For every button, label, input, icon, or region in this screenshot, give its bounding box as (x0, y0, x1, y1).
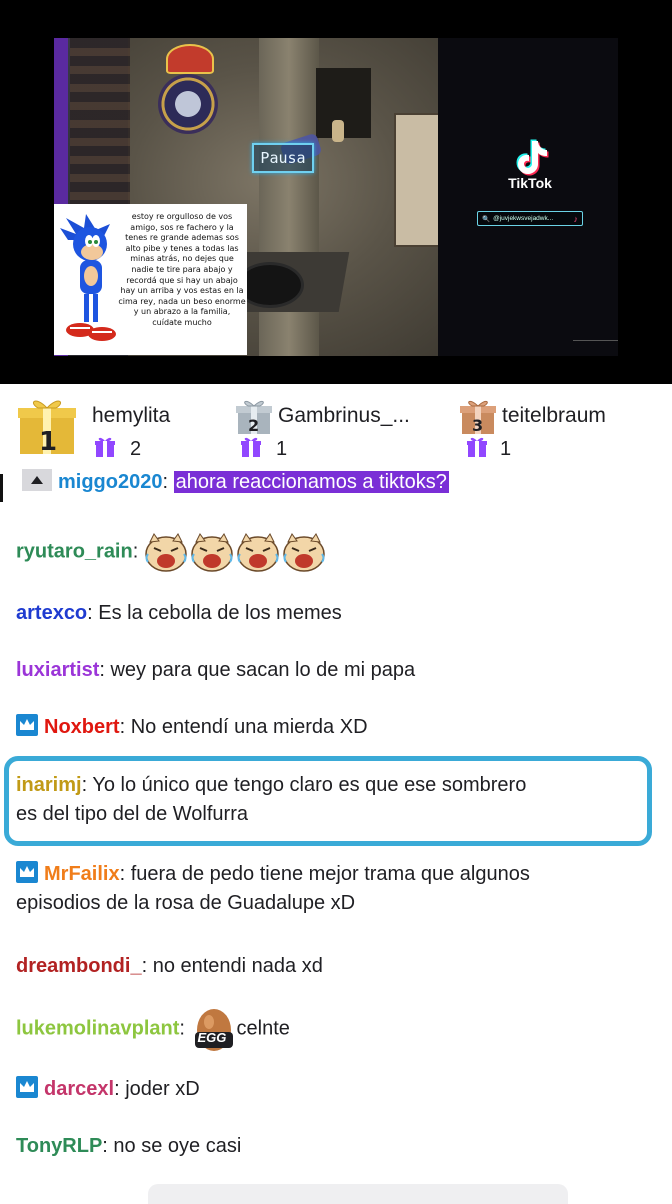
chat-text: episodios de la rosa de Guadalupe xD (16, 892, 356, 914)
laughing-cat-emote-icon (283, 533, 325, 572)
clock-hud (158, 74, 218, 134)
tiktok-icon (516, 139, 549, 176)
separator: : (102, 1135, 114, 1157)
chat-username[interactable]: lukemolinavplant (16, 1017, 179, 1039)
chat-input-bar[interactable] (148, 1184, 568, 1204)
crown-badge-icon[interactable] (16, 714, 38, 736)
chat-username[interactable]: MrFailix (44, 863, 120, 885)
gifter-name[interactable]: hemylita (92, 404, 170, 428)
chat-message: MrFailix: fuera de pedo tiene mejor tram… (16, 860, 530, 918)
chat-message: inarimj: Yo lo único que tengo claro es … (16, 771, 526, 829)
tiktok-label: TikTok (508, 175, 552, 191)
crown-badge-icon[interactable] (16, 1076, 38, 1098)
chat-message: artexco: Es la cebolla de los memes (16, 599, 342, 628)
laughing-cat-emote-icon (145, 533, 187, 572)
gift-rank-1-icon: 1 (18, 400, 76, 456)
egg-emote-icon: EGG (191, 1006, 237, 1052)
gift-count: 2 (130, 438, 142, 460)
svg-text:2: 2 (248, 416, 259, 435)
chat-username[interactable]: inarimj (16, 774, 82, 796)
chat-message: miggo2020: ahora reaccionamos a tiktoks? (22, 468, 449, 497)
chat-text: Yo lo único que tengo claro es que ese s… (92, 774, 527, 796)
gift-count: 1 (500, 438, 512, 460)
chat-text: wey para que sacan lo de mi papa (110, 659, 416, 681)
chat-username[interactable]: ryutaro_rain (16, 540, 133, 562)
sonic-message-text: estoy re orgulloso de vos amigo, sos re … (118, 212, 246, 327)
chat-username[interactable]: Noxbert (44, 716, 120, 738)
svg-text:3: 3 (472, 416, 483, 435)
tiktok-handle-bar: 🔍 @juvjekwsvejadwk... ♪ (477, 211, 583, 226)
chat-username[interactable]: dreambondi_ (16, 955, 142, 977)
sonic-image (59, 214, 117, 341)
egg-emote-label: EGG (197, 1030, 227, 1045)
chat-text: No entendí una mierda XD (130, 716, 368, 738)
chat-message: ryutaro_rain: (16, 532, 328, 572)
search-icon: 🔍 (482, 215, 491, 223)
chat-text: celnte (236, 1017, 290, 1040)
gifter-name[interactable]: teitelbraum (502, 404, 606, 428)
chat-text: no se oye casi (113, 1135, 242, 1157)
reply-arrow-icon[interactable] (22, 469, 52, 491)
tiktok-panel (438, 38, 618, 356)
gift-icon (467, 437, 487, 457)
gift-count: 1 (276, 438, 288, 460)
crown-badge-icon[interactable] (16, 861, 38, 883)
separator: : (119, 863, 131, 885)
gift-icon (95, 437, 115, 457)
chat-message: dreambondi_: no entendi nada xd (16, 952, 323, 981)
gift-icon (241, 437, 261, 457)
svg-text:1: 1 (39, 427, 57, 456)
chat-text: joder xD (125, 1078, 200, 1100)
separator: : (114, 1078, 126, 1100)
chat-message: luxiartist: wey para que sacan lo de mi … (16, 656, 415, 685)
separator: : (99, 659, 111, 681)
gift-rank-2-icon: 2 (236, 400, 272, 435)
chat-username[interactable]: artexco (16, 602, 87, 624)
stream-video[interactable]: Pausa estoy re orgulloso de vos amigo, s… (0, 0, 672, 384)
chat-text: fuera de pedo tiene mejor trama que algu… (130, 863, 530, 885)
chat-message: lukemolinavplant: EGG celnte (16, 1006, 290, 1052)
pause-indicator: Pausa (252, 143, 314, 173)
tiktok-handle: @juvjekwsvejadwk... (493, 215, 554, 222)
separator: : (141, 955, 153, 977)
separator: : (81, 774, 93, 796)
chat-username[interactable]: TonyRLP (16, 1135, 102, 1157)
separator: : (162, 471, 174, 493)
laughing-cat-emote-icon (237, 533, 279, 572)
chat-scroll-marker (0, 474, 3, 502)
gift-leaderboard: 1 hemylita 2 2 Gambrinus_... 1 3 teitelb… (0, 384, 672, 464)
chat-username[interactable]: miggo2020 (58, 471, 162, 493)
chat-message: darcexl: joder xD (16, 1075, 200, 1104)
gifter-name[interactable]: Gambrinus_... (278, 404, 410, 428)
chat-text: no entendi nada xd (152, 955, 323, 977)
separator: : (179, 1017, 191, 1040)
chat-text: Es la cebolla de los memes (98, 602, 342, 624)
tiktok-mini-icon: ♪ (573, 213, 579, 224)
chat-text-highlighted: ahora reaccionamos a tiktoks? (173, 471, 449, 493)
gift-rank-3-icon: 3 (460, 400, 496, 435)
chat-message: TonyRLP: no se oye casi (16, 1132, 241, 1161)
chat-text: es del tipo del de Wolfurra (16, 803, 248, 825)
laughing-cat-emote-icon (191, 533, 233, 572)
chat-message: Noxbert: No entendí una mierda XD (16, 713, 368, 742)
chat-username[interactable]: luxiartist (16, 659, 99, 681)
sonic-message-card: estoy re orgulloso de vos amigo, sos re … (54, 204, 247, 355)
separator: : (132, 540, 144, 563)
chat-username[interactable]: darcexl (44, 1078, 114, 1100)
separator: : (87, 602, 99, 624)
separator: : (119, 716, 131, 738)
